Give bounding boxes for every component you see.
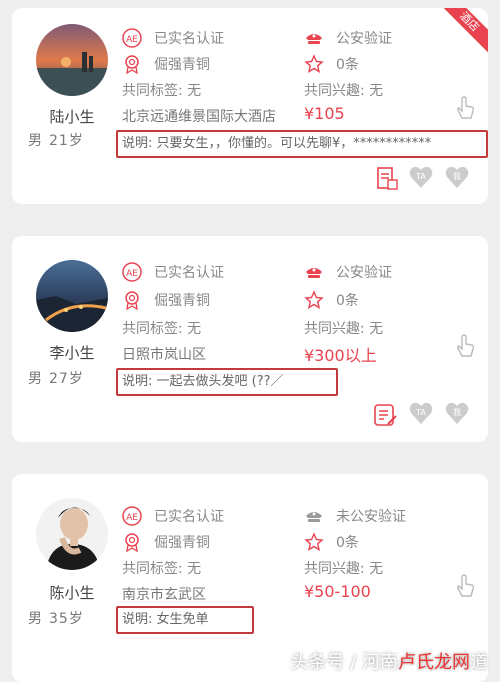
gender-age: 男 21岁 — [28, 133, 84, 149]
common-tags: 共同标签: 无 — [122, 561, 202, 577]
id-card-icon: AE — [122, 506, 142, 526]
svg-text:AE: AE — [126, 269, 138, 279]
avatar[interactable] — [36, 498, 108, 570]
avatar[interactable] — [36, 24, 108, 96]
edit-icon[interactable] — [372, 402, 398, 428]
svg-text:TA: TA — [415, 408, 426, 417]
police-cap-icon — [306, 34, 322, 44]
hotel-ribbon: 酒店 — [438, 8, 488, 53]
real-name-verified: AE 已实名认证 — [122, 28, 224, 48]
police-unverified: 未公安验证 — [304, 506, 406, 526]
tap-hand-icon[interactable] — [454, 334, 476, 358]
review-count: 0条 — [304, 290, 359, 310]
me-like-button[interactable]: 我 — [444, 400, 470, 426]
svg-text:AE: AE — [126, 35, 138, 45]
tap-hand-icon[interactable] — [454, 96, 476, 120]
common-interests: 共同兴趣: 无 — [304, 321, 384, 337]
level: 倔强青铜 — [122, 532, 210, 552]
ta-like-button[interactable]: TA — [408, 400, 434, 426]
star-icon — [304, 54, 324, 73]
profile-card-2[interactable]: 李小生 男 27岁 AE 已实名认证 公安验证 倔强青铜 0条 共同标签: 无 共… — [12, 236, 488, 442]
review-count: 0条 — [304, 54, 359, 74]
level: 倔强青铜 — [122, 54, 210, 74]
watermark: 头条号 / 河南卢氏龙网道 — [290, 652, 488, 673]
location: 日照市岚山区 — [122, 347, 206, 363]
common-interests: 共同兴趣: 无 — [304, 561, 384, 577]
svg-text:我: 我 — [453, 407, 461, 417]
doc-icon[interactable] — [374, 166, 400, 192]
user-name: 陆小生 — [49, 108, 95, 126]
police-verified: 公安验证 — [304, 28, 392, 48]
gender-age: 男 27岁 — [28, 371, 84, 387]
police-cap-icon — [306, 268, 322, 278]
police-cap-gray-icon — [306, 512, 322, 522]
note-box: 说明: 一起去做头发吧 (??／ — [116, 368, 338, 396]
review-count: 0条 — [304, 532, 359, 552]
svg-text:TA: TA — [415, 172, 426, 181]
tap-hand-icon[interactable] — [454, 574, 476, 598]
note-box: 说明: 只要女生，，你懂的。可以先聊¥，************ — [116, 130, 488, 158]
star-icon — [304, 532, 324, 551]
common-tags: 共同标签: 无 — [122, 321, 202, 337]
medal-icon — [125, 533, 139, 552]
me-like-button[interactable]: 我 — [444, 164, 470, 190]
price: ¥50-100 — [304, 582, 371, 601]
avatar[interactable] — [36, 260, 108, 332]
star-icon — [304, 290, 324, 309]
user-name: 陈小生 — [49, 584, 95, 602]
svg-text:我: 我 — [453, 171, 461, 181]
location: 北京远通维景国际大酒店 — [122, 109, 276, 125]
id-card-icon: AE — [122, 28, 142, 48]
level: 倔强青铜 — [122, 290, 210, 310]
real-name-verified: AE 已实名认证 — [122, 262, 224, 282]
gender-age: 男 35岁 — [28, 611, 84, 627]
ta-like-button[interactable]: TA — [408, 164, 434, 190]
common-interests: 共同兴趣: 无 — [304, 83, 384, 99]
police-verified: 公安验证 — [304, 262, 392, 282]
medal-icon — [125, 291, 139, 310]
common-tags: 共同标签: 无 — [122, 83, 202, 99]
user-name: 李小生 — [49, 344, 95, 362]
svg-text:AE: AE — [126, 513, 138, 523]
id-card-icon: AE — [122, 262, 142, 282]
medal-icon — [125, 55, 139, 74]
profile-card-1[interactable]: 酒店 陆小生 男 21岁 AE 已实名认证 公安验证 倔强青铜 0条 共同标签: … — [12, 8, 488, 204]
price: ¥105 — [304, 104, 345, 123]
real-name-verified: AE 已实名认证 — [122, 506, 224, 526]
note-box: 说明: 女生免单 — [116, 606, 254, 634]
price: ¥300以上 — [304, 346, 377, 365]
location: 南京市玄武区 — [122, 587, 206, 603]
